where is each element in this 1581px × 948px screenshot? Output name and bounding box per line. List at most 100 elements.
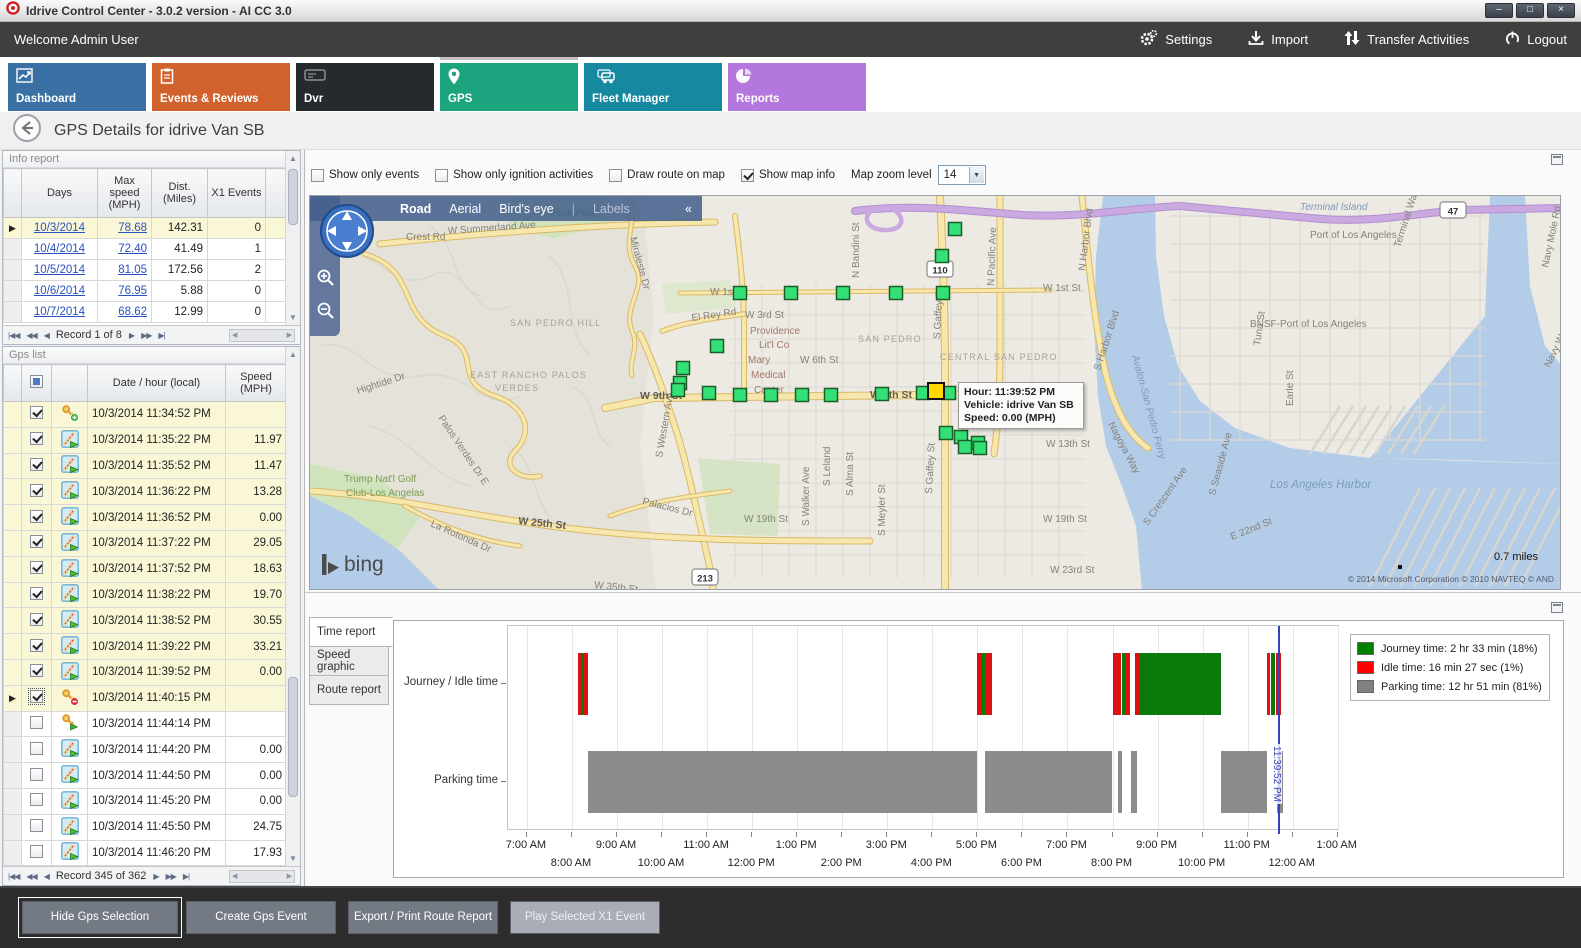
option-show-map-info[interactable]: Show map info (741, 169, 835, 182)
gps-list-row[interactable]: 10/3/2014 11:39:52 PM0.00 (4, 659, 287, 685)
row-checkbox[interactable] (30, 742, 43, 755)
maximize-button[interactable]: □ (1516, 3, 1544, 18)
column-header[interactable]: Days (22, 169, 98, 218)
checkbox-cell[interactable] (22, 659, 52, 685)
map-zoom-level-select[interactable]: 14▼ (938, 165, 986, 185)
max-speed-cell[interactable]: 68.62 (98, 302, 152, 323)
row-checkbox[interactable] (30, 716, 43, 729)
row-checkbox[interactable] (30, 484, 43, 497)
tab-gps[interactable]: GPS (440, 63, 578, 111)
gps-marker[interactable] (677, 362, 690, 375)
zoom-in-icon[interactable] (316, 268, 336, 293)
export-print-route-report-button[interactable]: Export / Print Route Report (348, 901, 498, 934)
info-report-row[interactable]: 10/4/201472.4041.491 (4, 239, 287, 260)
column-header[interactable]: Max speed (MPH) (98, 169, 152, 218)
column-header[interactable]: X1 Events (208, 169, 266, 218)
day-link[interactable]: 10/4/2014 (34, 243, 85, 255)
restore-map-panel-button[interactable] (1551, 154, 1563, 165)
select-all-checkbox[interactable] (30, 375, 43, 388)
pager-prev-icon[interactable]: ◀◀ (26, 331, 36, 340)
day-cell[interactable]: 10/4/2014 (22, 239, 98, 260)
tab-dashboard[interactable]: Dashboard (8, 63, 146, 111)
option-show-only-events[interactable]: Show only events (311, 169, 419, 182)
back-button[interactable] (12, 113, 42, 148)
gps-marker[interactable] (949, 223, 962, 236)
pager-next-icon[interactable]: ▶ (153, 872, 158, 881)
gps-marker[interactable] (876, 388, 889, 401)
gps-list-row[interactable]: 10/3/2014 11:38:22 PM19.70 (4, 582, 287, 608)
day-link[interactable]: 10/7/2014 (34, 306, 85, 318)
checkbox-cell[interactable] (22, 608, 52, 634)
zoom-out-icon[interactable] (316, 301, 336, 326)
gps-list-scrollbar[interactable]: ▲ ▼ (285, 347, 300, 866)
option-show-only-ignition-activities[interactable]: Show only ignition activities (435, 169, 593, 182)
info-report-row[interactable]: 10/6/201476.955.880 (4, 281, 287, 302)
pager-next-icon[interactable]: ▶| (158, 331, 164, 340)
gps-marker[interactable] (890, 287, 903, 300)
checkbox-cell[interactable] (22, 763, 52, 789)
gps-list-row[interactable]: 10/3/2014 11:45:50 PM24.75 (4, 814, 287, 840)
gps-list-row[interactable]: 10/3/2014 11:46:20 PM17.93 (4, 840, 287, 866)
row-checkbox[interactable] (30, 793, 43, 806)
checkbox-icon[interactable] (435, 169, 448, 182)
gps-marker[interactable] (703, 387, 716, 400)
gps-marker[interactable] (937, 287, 950, 300)
select-all-header[interactable] (22, 365, 52, 402)
restore-chart-panel-button[interactable] (1551, 602, 1563, 613)
column-header[interactable]: Date / hour (local) (88, 365, 226, 402)
gps-list-row[interactable]: 10/3/2014 11:35:52 PM11.47 (4, 453, 287, 479)
gps-list-row[interactable]: 10/3/2014 11:35:22 PM11.97 (4, 427, 287, 453)
max-speed-link[interactable]: 72.40 (118, 243, 147, 255)
day-cell[interactable]: 10/6/2014 (22, 281, 98, 302)
checkbox-cell[interactable] (22, 453, 52, 479)
checkbox-cell[interactable] (22, 711, 52, 737)
checkbox-icon[interactable] (609, 169, 622, 182)
pager-prev-icon[interactable]: |◀◀ (8, 331, 19, 340)
row-checkbox[interactable] (30, 845, 43, 858)
gps-marker[interactable] (825, 389, 838, 402)
map-view-aerial[interactable]: Aerial (449, 202, 481, 216)
column-header[interactable]: Speed (MPH) (226, 365, 287, 402)
selected-gps-marker[interactable] (928, 383, 944, 399)
row-checkbox[interactable] (30, 458, 43, 471)
checkbox-cell[interactable] (22, 582, 52, 608)
checkbox-cell[interactable] (22, 814, 52, 840)
gps-list-row[interactable]: 10/3/2014 11:36:52 PM0.00 (4, 505, 287, 531)
scroll-down-icon[interactable]: ▼ (286, 851, 300, 866)
checkbox-cell[interactable] (22, 402, 52, 428)
gps-list-row[interactable]: 10/3/2014 11:34:52 PM (4, 402, 287, 428)
gps-list-row[interactable]: 10/3/2014 11:36:22 PM13.28 (4, 479, 287, 505)
scroll-up-icon[interactable]: ▲ (286, 151, 300, 166)
row-checkbox[interactable] (30, 535, 43, 548)
close-button[interactable]: × (1547, 3, 1575, 18)
checkbox-cell[interactable] (22, 505, 52, 531)
pager-next-icon[interactable]: ▶▶ (141, 331, 151, 340)
option-draw-route-on-map[interactable]: Draw route on map (609, 169, 725, 182)
chart-tab-speed-graphic[interactable]: Speed graphic (309, 646, 389, 676)
checkbox-icon[interactable] (741, 169, 754, 182)
gps-list-row[interactable]: ▶10/3/2014 11:40:15 PM (4, 685, 287, 711)
import-button[interactable]: Import (1248, 30, 1308, 49)
day-link[interactable]: 10/6/2014 (34, 285, 85, 297)
minimize-button[interactable]: – (1485, 3, 1513, 18)
gps-marker[interactable] (711, 340, 724, 353)
day-link[interactable]: 10/5/2014 (34, 264, 85, 276)
hide-gps-selection-button[interactable]: Hide Gps Selection (22, 901, 178, 934)
info-report-row[interactable]: ▶10/3/201478.68142.310 (4, 218, 287, 239)
row-checkbox[interactable] (30, 639, 43, 652)
scroll-down-icon[interactable]: ▼ (286, 310, 300, 325)
map-view-road[interactable]: Road (400, 202, 431, 216)
checkbox-icon[interactable] (311, 169, 324, 182)
info-report-scrollbar[interactable]: ▲ ▼ (285, 151, 300, 325)
scroll-up-icon[interactable]: ▲ (286, 347, 300, 362)
pager-prev-icon[interactable]: ◀ (44, 872, 49, 881)
gps-list-row[interactable]: 10/3/2014 11:45:20 PM0.00 (4, 788, 287, 814)
row-checkbox[interactable] (30, 664, 43, 677)
gps-marker[interactable] (796, 389, 809, 402)
row-checkbox[interactable] (30, 768, 43, 781)
map-view-bird-s-eye[interactable]: Bird's eye (499, 202, 554, 216)
row-checkbox[interactable] (30, 613, 43, 626)
gps-list-row[interactable]: 10/3/2014 11:44:50 PM0.00 (4, 763, 287, 789)
gps-marker[interactable] (974, 442, 987, 455)
day-cell[interactable]: 10/7/2014 (22, 302, 98, 323)
